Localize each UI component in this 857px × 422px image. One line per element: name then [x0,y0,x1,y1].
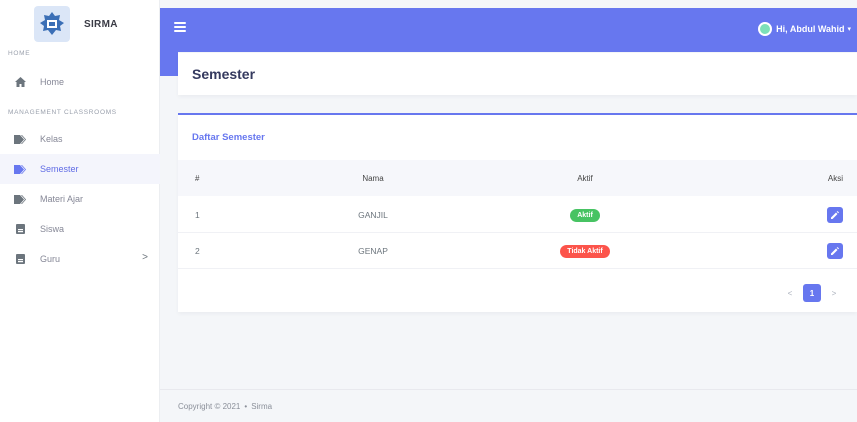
pagination-page[interactable]: 1 [803,284,821,302]
pagination-next[interactable]: > [825,284,843,302]
pagination-prev[interactable]: < [781,284,799,302]
header-accent [160,52,178,76]
avatar [758,22,773,36]
sidebar-item-kelas[interactable]: Kelas [0,124,160,154]
sidebar-item-label: Materi Ajar [40,194,84,204]
chevron-right-icon: > [142,252,148,263]
id-card-icon [14,253,26,265]
status-cell: Aktif [525,197,645,233]
card-title: Daftar Semester [192,132,265,143]
action-cell [827,197,843,233]
user-menu[interactable]: Hi, Abdul Wahid ▾ [758,22,851,36]
page-title: Semester [192,66,256,82]
column-header: # [195,173,200,183]
sidebar-heading-management: MANAGEMENT CLASSROOMS [8,109,117,116]
table-row: 1 GANJIL Aktif [178,197,857,233]
column-header: Nama [362,173,384,183]
tag-icon [14,163,26,175]
sidebar-item-label: Semester [40,164,79,174]
caret-down-icon: ▾ [847,26,851,33]
tag-icon [14,133,26,145]
sidebar-item-semester[interactable]: Semester [0,154,160,184]
menu-toggle-icon[interactable] [174,22,186,32]
tag-icon [14,193,26,205]
status-cell: Tidak Aktif [525,233,645,269]
brand[interactable]: SIRMA [0,0,159,48]
brand-logo [34,6,70,42]
pagination: < 1 > [777,284,843,302]
sidebar-item-home[interactable]: Home [0,67,160,97]
sidebar: SIRMA HOME Home MANAGEMENT CLASSROOMS Ke… [0,0,160,422]
topbar: Hi, Abdul Wahid ▾ [160,8,857,52]
sidebar-item-label: Siswa [40,224,65,234]
sidebar-item-materi-ajar[interactable]: Materi Ajar [0,184,160,214]
action-cell [827,233,843,269]
row-number: 1 [195,210,200,220]
semester-name: GENAP [358,246,388,256]
edit-button[interactable] [827,207,843,223]
sidebar-item-label: Guru [40,254,61,264]
status-badge: Tidak Aktif [560,244,610,258]
semester-card: Daftar Semester # Nama Aktif Aksi 1 GANJ… [178,113,857,312]
page-header: Semester [178,53,857,95]
sidebar-heading-home: HOME [8,50,31,57]
pencil-icon [831,211,839,219]
copyright-text: Copyright © 2021 [178,401,241,411]
sidebar-item-siswa[interactable]: Siswa [0,214,160,244]
status-badge: Aktif [570,208,600,222]
pencil-icon [831,247,839,255]
user-greeting: Hi, Abdul Wahid [776,24,845,34]
row-number: 2 [195,246,200,256]
table-row: 2 GENAP Tidak Aktif [178,233,857,269]
column-header: Aksi [827,173,843,183]
footer-bullet: • [244,401,248,411]
footer: Copyright © 2021 • Sirma [160,389,857,422]
id-card-icon [14,223,26,235]
sidebar-item-guru[interactable]: Guru > [0,244,160,274]
brand-name: SIRMA [84,18,118,30]
table-header: # Nama Aktif Aksi [178,160,857,196]
home-icon [14,76,26,88]
column-header: Aktif [577,173,593,183]
footer-app-name[interactable]: Sirma [251,402,272,411]
sidebar-item-label: Kelas [40,134,63,144]
sidebar-item-label: Home [40,77,65,87]
edit-button[interactable] [827,243,843,259]
semester-name: GANJIL [358,210,388,220]
